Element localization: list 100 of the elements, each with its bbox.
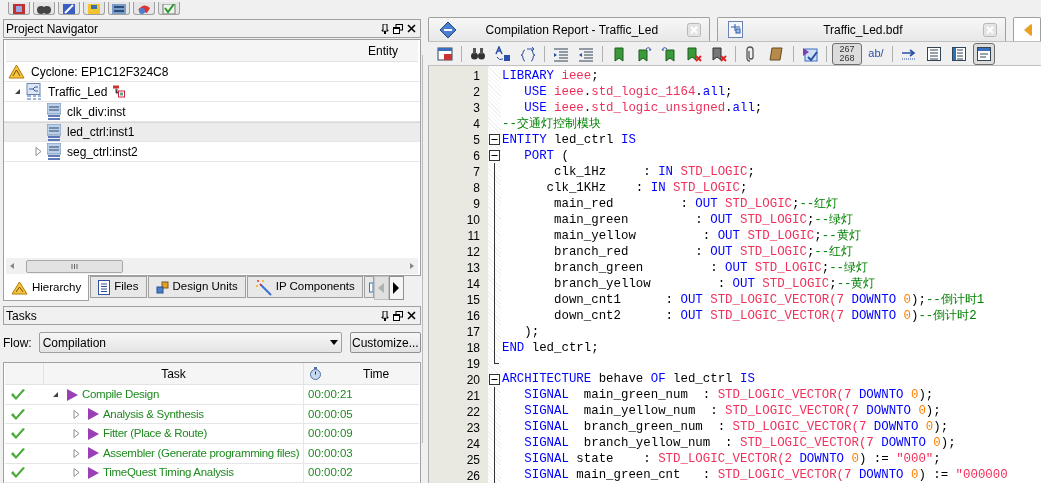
- stopwatch-icon: [310, 367, 321, 381]
- task-name[interactable]: Compile Design: [82, 386, 159, 404]
- pin-icon[interactable]: [381, 310, 389, 321]
- customize-button[interactable]: Customize...: [349, 332, 421, 353]
- line-number: 8: [473, 180, 480, 197]
- tree-item[interactable]: led_ctrl:inst1: [4, 122, 420, 142]
- code-line: );: [523, 325, 540, 339]
- bookmark-icon: [611, 45, 627, 62]
- tree-item[interactable]: Cyclone: EP1C12F324C8: [4, 62, 420, 82]
- fold-minus-icon[interactable]: [489, 149, 500, 161]
- document-tab[interactable]: Compilation Report - Traffic_Led: [428, 17, 710, 41]
- line-number: 21: [466, 388, 480, 405]
- toolbar-button[interactable]: [58, 2, 80, 15]
- flow-dropdown[interactable]: Compilation: [38, 332, 342, 353]
- toolbar-button[interactable]: [33, 2, 55, 15]
- line-number: 23: [466, 420, 480, 437]
- scroll-icon: [769, 45, 785, 62]
- toolbar-button[interactable]: 267 268: [832, 42, 862, 65]
- collapse-arrow-icon[interactable]: [52, 391, 59, 399]
- code-line: ARCHITECTURE behave OF led_ctrl IS: [502, 372, 755, 386]
- expand-arrow-icon[interactable]: [73, 409, 80, 419]
- schematic-file-icon: [727, 21, 743, 38]
- collapse-arrow-icon[interactable]: [14, 88, 21, 95]
- tab[interactable]: Design Units: [147, 276, 246, 298]
- indent-icon: [553, 45, 569, 62]
- task-row[interactable]: Assembler (Generate programming files) 00:00:03: [5, 444, 419, 464]
- tab[interactable]: [363, 276, 374, 298]
- code-line: main_yellow : OUT STD_LOGIC;--黄灯: [553, 229, 861, 243]
- expand-arrow-icon[interactable]: [35, 147, 42, 156]
- code-line: down_cnt1 : OUT STD_LOGIC_VECTOR(7 DOWNTO 0);--倒计时1: [553, 293, 985, 307]
- tab[interactable]: IP Components: [246, 276, 363, 298]
- braces-icon: [520, 45, 536, 62]
- document-icon: [98, 279, 111, 295]
- line-number: 10: [466, 212, 480, 229]
- line-number: 26: [466, 468, 480, 483]
- task-name[interactable]: Analysis & Synthesis: [103, 405, 204, 423]
- replace-icon: [495, 45, 511, 62]
- task-name[interactable]: TimeQuest Timing Analysis: [103, 464, 234, 482]
- line-number: 25: [466, 452, 480, 469]
- code-line: ENTITY led_ctrl IS: [502, 133, 636, 147]
- scrollbar-thumb[interactable]: [26, 259, 123, 273]
- close-icon[interactable]: [407, 24, 416, 33]
- task-row[interactable]: Analysis & Synthesis 00:00:05: [5, 404, 419, 425]
- template-icon: [802, 45, 818, 62]
- code-line: branch_yellow : OUT STD_LOGIC;--黄灯: [553, 277, 876, 291]
- expand-arrow-icon[interactable]: [73, 429, 80, 439]
- task-name[interactable]: Assembler (Generate programming files): [103, 444, 300, 462]
- code-line: clk_1KHz : IN STD_LOGIC;: [545, 181, 748, 195]
- task-row[interactable]: Fitter (Place & Route) 00:00:09: [5, 424, 419, 444]
- toolbar-button[interactable]: [973, 42, 995, 65]
- line-number: 11: [467, 228, 480, 245]
- warning-icon: [8, 64, 25, 79]
- pin-icon[interactable]: [381, 23, 389, 34]
- horizontal-scrollbar[interactable]: [6, 258, 418, 274]
- restore-icon[interactable]: [393, 310, 403, 321]
- flow-label: Flow:: [3, 334, 32, 352]
- code-line: main_green : OUT STD_LOGIC;--绿灯: [553, 213, 854, 227]
- line-number: 7: [473, 164, 480, 181]
- document-tab[interactable]: Traffic_Led.bdf: [716, 17, 1006, 41]
- tab[interactable]: Files: [90, 276, 147, 298]
- window-panel-icon: [976, 45, 992, 62]
- tab[interactable]: Hierarchy: [3, 275, 90, 301]
- panel-title: Tasks: [6, 307, 37, 325]
- task-time: 00:00:21: [308, 387, 353, 403]
- warning-icon: [11, 280, 28, 295]
- task-row[interactable]: TimeQuest Timing Analysis 00:00:02: [5, 463, 419, 483]
- dropdown-caret-icon[interactable]: [329, 340, 338, 345]
- task-name[interactable]: Fitter (Place & Route): [103, 425, 207, 443]
- code-line: branch_green : OUT STD_LOGIC;--绿灯: [553, 261, 869, 275]
- line-number: 5: [473, 132, 480, 149]
- restore-icon[interactable]: [393, 23, 403, 34]
- document-tab[interactable]: [1013, 17, 1041, 41]
- numbered-list-icon: [951, 45, 967, 62]
- line-number: 4: [473, 116, 480, 133]
- tree-item[interactable]: seg_ctrl:inst2: [4, 142, 420, 162]
- line-number: 16: [466, 308, 480, 325]
- schematic-file-icon: [26, 83, 42, 100]
- line-number: 14: [466, 276, 480, 293]
- task-time: 00:00:02: [308, 465, 353, 481]
- line-number: 9: [473, 196, 480, 213]
- fold-minus-icon[interactable]: [489, 373, 500, 385]
- line-number: 19: [466, 356, 480, 373]
- task-row[interactable]: Compile Design 00:00:21: [5, 385, 419, 405]
- window-icon: [437, 45, 453, 62]
- line-number: 13: [466, 260, 480, 277]
- expand-arrow-icon[interactable]: [73, 468, 80, 478]
- right-arrow-icon: [393, 282, 400, 294]
- pencil-icon: [61, 4, 77, 14]
- tree-item[interactable]: Traffic_Led: [4, 82, 420, 102]
- left-arrow-icon: [378, 283, 385, 293]
- window-icon: [111, 4, 127, 14]
- expand-arrow-icon[interactable]: [73, 448, 80, 458]
- toolbar-button[interactable]: [108, 2, 130, 15]
- fold-minus-icon[interactable]: [489, 133, 500, 145]
- close-icon[interactable]: [407, 311, 416, 320]
- list-icon: [926, 45, 942, 62]
- toolbar-button[interactable]: ab/: [865, 42, 887, 65]
- code-line: SIGNAL branch_yellow_num : STD_LOGIC_VECTOR(7 DOWNTO 0);: [523, 436, 956, 450]
- line-number: 1: [473, 68, 480, 85]
- play-icon: [87, 427, 99, 440]
